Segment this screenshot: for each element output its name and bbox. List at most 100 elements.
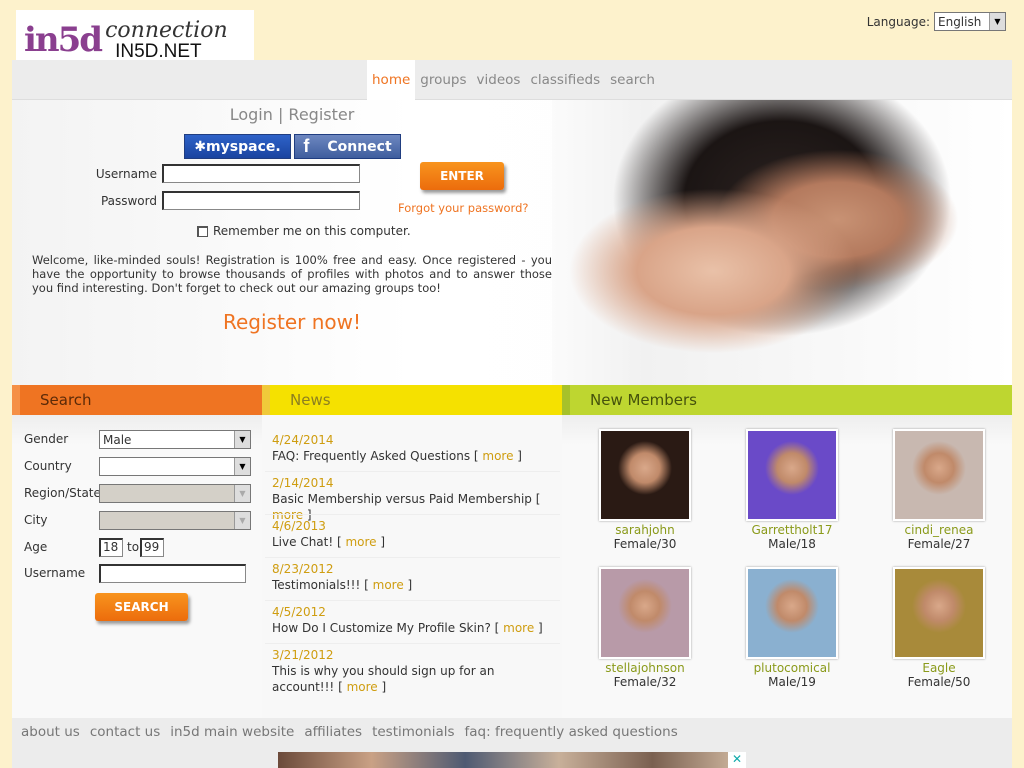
member-photo[interactable] — [893, 429, 985, 521]
footer-link[interactable]: in5d main website — [170, 724, 294, 740]
news-more-link[interactable]: more — [347, 680, 378, 694]
member-photo[interactable] — [893, 567, 985, 659]
chevron-down-icon: ▼ — [234, 512, 250, 529]
forgot-password-link[interactable]: Forgot your password? — [398, 201, 528, 215]
logo-domain: IN5D.NET — [115, 40, 202, 62]
member-card[interactable]: plutocomical Male/19 — [732, 567, 852, 689]
news-item: 4/5/2012 How Do I Customize My Profile Sk… — [272, 604, 556, 636]
news-more-link[interactable]: more — [482, 449, 513, 463]
member-info: Female/50 — [907, 675, 971, 689]
footer-link[interactable]: about us — [21, 724, 80, 740]
news-item: 4/6/2013 Live Chat! [ more ] — [272, 518, 556, 550]
member-photo[interactable] — [746, 567, 838, 659]
language-value: English — [938, 14, 982, 29]
member-info: Female/30 — [613, 537, 677, 551]
region-select[interactable]: ▼ — [99, 484, 251, 503]
chevron-down-icon: ▼ — [234, 485, 250, 502]
member-info: Female/27 — [907, 537, 971, 551]
logo-text: in5d — [24, 20, 103, 60]
city-label: City — [24, 513, 48, 527]
news-title: Testimonials!!! — [272, 578, 361, 592]
member-name[interactable]: Eagle — [879, 661, 999, 675]
country-select[interactable]: ▼ — [99, 457, 251, 476]
member-info: Male/18 — [768, 537, 816, 551]
chevron-down-icon: ▼ — [989, 13, 1005, 30]
news-title: How Do I Customize My Profile Skin? — [272, 621, 491, 635]
member-info: Male/19 — [768, 675, 816, 689]
news-item: 2/14/2014 Basic Membership versus Paid Me… — [272, 475, 556, 523]
news-more-link[interactable]: more — [503, 621, 534, 635]
news-title: This is why you should sign up for an ac… — [272, 664, 495, 694]
nav-groups[interactable]: groups — [415, 60, 471, 100]
search-header: Search — [12, 385, 262, 415]
username-label: Username — [95, 167, 157, 181]
age-label: Age — [24, 540, 48, 554]
language-label: Language: — [866, 14, 930, 29]
search-username-label: Username — [24, 566, 86, 580]
member-name[interactable]: stellajohnson — [585, 661, 705, 675]
divider — [265, 471, 560, 472]
footer-link[interactable]: contact us — [90, 724, 160, 740]
gender-label: Gender — [24, 432, 69, 446]
divider — [265, 643, 560, 644]
myspace-icon: ✱ — [194, 138, 207, 155]
facebook-connect-button[interactable]: f Connect — [294, 134, 401, 159]
remember-checkbox[interactable] — [197, 226, 208, 237]
myspace-label: myspace. — [206, 138, 281, 155]
search-username-input[interactable] — [99, 564, 246, 583]
news-more-link[interactable]: more — [345, 535, 376, 549]
welcome-text: Welcome, like-minded souls! Registration… — [32, 253, 552, 295]
member-card[interactable]: Eagle Female/50 — [879, 567, 999, 689]
member-name[interactable]: cindi_renea — [879, 523, 999, 537]
register-now-link[interactable]: Register now! — [12, 310, 572, 334]
country-label: Country — [24, 459, 72, 473]
main-nav: home groups videos classifieds search — [12, 60, 1012, 100]
city-select[interactable]: ▼ — [99, 511, 251, 530]
age-to-input[interactable]: 99 — [140, 538, 164, 557]
close-icon[interactable]: ✕ — [728, 752, 746, 768]
member-card[interactable]: Garrettholt17 Male/18 — [732, 429, 852, 551]
member-name[interactable]: Garrettholt17 — [732, 523, 852, 537]
gender-select[interactable]: Male ▼ — [99, 430, 251, 449]
language-select[interactable]: English ▼ — [934, 12, 1006, 31]
nav-videos[interactable]: videos — [472, 60, 526, 100]
news-date: 8/23/2012 — [272, 562, 334, 576]
member-name[interactable]: plutocomical — [732, 661, 852, 675]
username-input[interactable] — [162, 164, 360, 183]
gender-value: Male — [103, 432, 132, 447]
member-photo[interactable] — [599, 567, 691, 659]
member-photo[interactable] — [599, 429, 691, 521]
divider — [265, 514, 560, 515]
member-name[interactable]: sarahjohn — [585, 523, 705, 537]
news-item: 8/23/2012 Testimonials!!! [ more ] — [272, 561, 556, 593]
nav-classifieds[interactable]: classifieds — [525, 60, 605, 100]
logo-subtext: connection — [105, 17, 228, 43]
myspace-login-button[interactable]: ✱ myspace. — [184, 134, 291, 159]
password-input[interactable] — [162, 191, 360, 210]
news-date: 4/6/2013 — [272, 519, 326, 533]
news-item: 4/24/2014 FAQ: Frequently Asked Questions… — [272, 432, 556, 464]
age-from-input[interactable]: 18 — [99, 538, 123, 557]
divider — [265, 557, 560, 558]
news-title: Live Chat! — [272, 535, 334, 549]
member-card[interactable]: stellajohnson Female/32 — [585, 567, 705, 689]
news-item: 3/21/2012 This is why you should sign up … — [272, 647, 556, 695]
news-title: FAQ: Frequently Asked Questions — [272, 449, 471, 463]
nav-search[interactable]: search — [605, 60, 660, 100]
footer-link[interactable]: affiliates — [304, 724, 362, 740]
login-register-title[interactable]: Login | Register — [12, 105, 572, 124]
member-card[interactable]: cindi_renea Female/27 — [879, 429, 999, 551]
news-date: 4/24/2014 — [272, 433, 334, 447]
ad-banner[interactable] — [278, 752, 746, 768]
nav-home[interactable]: home — [367, 60, 416, 100]
member-photo[interactable] — [746, 429, 838, 521]
footer-link[interactable]: testimonials — [372, 724, 454, 740]
member-card[interactable]: sarahjohn Female/30 — [585, 429, 705, 551]
footer-link[interactable]: faq: frequently asked questions — [465, 724, 678, 740]
language-selector: Language: English ▼ — [867, 12, 1006, 31]
hero-couple-image — [552, 100, 1012, 385]
news-more-link[interactable]: more — [373, 578, 404, 592]
search-button[interactable]: SEARCH — [95, 593, 188, 621]
news-date: 3/21/2012 — [272, 648, 334, 662]
enter-button[interactable]: ENTER — [420, 162, 504, 190]
